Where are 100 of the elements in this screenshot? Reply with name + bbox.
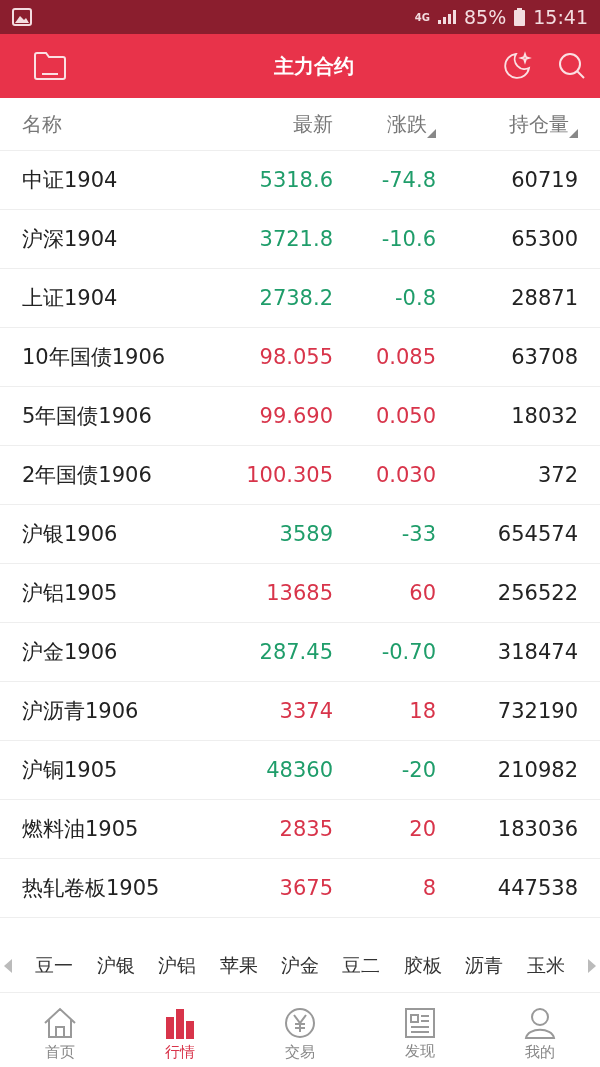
quote-row[interactable]: 10年国债1906 98.055 0.085 63708	[0, 328, 600, 387]
clock: 15:41	[533, 6, 588, 28]
contract-name: 沪铜1905	[22, 757, 119, 784]
quote-row[interactable]: 沪银1906 3589 -33 654574	[0, 505, 600, 564]
user-icon	[524, 1006, 556, 1039]
contract-name: 燃料油1905	[22, 816, 140, 843]
battery-percent: 85%	[464, 6, 507, 28]
last-price: 98.055	[258, 345, 333, 369]
price-change: -0.70	[380, 640, 436, 664]
category-tab[interactable]: 玉米	[526, 953, 565, 979]
open-interest: 318474	[496, 640, 578, 664]
yen-coin-icon	[284, 1006, 316, 1039]
bar-chart-icon	[165, 1006, 195, 1039]
last-price: 3589	[278, 522, 333, 546]
open-interest: 183036	[496, 817, 578, 841]
quote-row[interactable]: 沪铜1905 48360 -20 210982	[0, 741, 600, 800]
category-tab[interactable]: 沪铝	[158, 953, 197, 979]
folder-icon[interactable]	[34, 52, 66, 80]
open-interest: 256522	[496, 581, 578, 605]
column-header: 最新	[293, 110, 333, 138]
quote-row[interactable]: 沪深1904 3721.8 -10.6 65300	[0, 210, 600, 269]
image-icon	[12, 8, 32, 26]
price-change: 60	[408, 581, 436, 605]
column-header[interactable]: 持仓量	[509, 110, 569, 138]
last-price: 5318.6	[258, 168, 333, 192]
last-price: 13685	[265, 581, 333, 605]
contract-name: 沪深1904	[22, 226, 119, 253]
open-interest: 65300	[510, 227, 578, 251]
open-interest: 732190	[496, 699, 578, 723]
category-tab[interactable]: 沪银	[96, 953, 135, 979]
category-tab[interactable]: 苹果	[219, 953, 258, 979]
open-interest: 28871	[510, 286, 578, 310]
last-price: 99.690	[258, 404, 333, 428]
category-tab[interactable]: 豆一	[35, 953, 74, 979]
last-price: 3675	[278, 876, 333, 900]
last-price: 48360	[265, 758, 333, 782]
price-change: 0.085	[374, 345, 436, 369]
quote-row[interactable]: 沪沥青1906 3374 18 732190	[0, 682, 600, 741]
price-change: 0.050	[374, 404, 436, 428]
contract-name: 热轧卷板1905	[22, 875, 161, 902]
sort-icon	[569, 128, 578, 138]
newspaper-icon	[405, 1007, 435, 1038]
quote-row[interactable]: 5年国债1906 99.690 0.050 18032	[0, 387, 600, 446]
contract-name: 沪金1906	[22, 639, 119, 666]
night-mode-icon[interactable]	[502, 51, 532, 81]
price-change: -74.8	[380, 168, 436, 192]
contract-name: 上证1904	[22, 285, 119, 312]
last-price: 2738.2	[258, 286, 333, 310]
quote-row[interactable]: 沪铝1905 13685 60 256522	[0, 564, 600, 623]
last-price: 287.45	[258, 640, 333, 664]
open-interest: 210982	[496, 758, 578, 782]
network-type: 4G	[414, 11, 430, 23]
page-title: 主力合约	[273, 52, 355, 80]
open-interest: 372	[536, 463, 578, 487]
price-change: -10.6	[380, 227, 436, 251]
price-change: 0.030	[374, 463, 436, 487]
quote-row[interactable]: 燃料油1905 2835 20 183036	[0, 800, 600, 859]
open-interest: 654574	[496, 522, 578, 546]
open-interest: 18032	[510, 404, 578, 428]
search-icon[interactable]	[558, 52, 586, 80]
price-change: 18	[408, 699, 436, 723]
quote-row[interactable]: 上证1904 2738.2 -0.8 28871	[0, 269, 600, 328]
nav-tab[interactable]: 首页	[0, 993, 120, 1067]
contract-name: 沪铝1905	[22, 580, 119, 607]
quote-row[interactable]: 沪金1906 287.45 -0.70 318474	[0, 623, 600, 682]
price-change: -33	[400, 522, 436, 546]
battery-icon	[514, 8, 526, 26]
category-tab[interactable]: 胶板	[403, 953, 442, 979]
quote-row[interactable]: 中证1904 5318.6 -74.8 60719	[0, 151, 600, 210]
price-change: 20	[408, 817, 436, 841]
nav-tab[interactable]: 交易	[240, 993, 360, 1067]
last-price: 3374	[278, 699, 333, 723]
price-change: -20	[400, 758, 436, 782]
category-tab[interactable]: 豆二	[342, 953, 381, 979]
contract-name: 沪沥青1906	[22, 698, 140, 725]
contract-name: 5年国债1906	[22, 403, 153, 430]
open-interest: 63708	[510, 345, 578, 369]
open-interest: 60719	[510, 168, 578, 192]
scroll-left-icon[interactable]	[4, 959, 12, 973]
contract-name: 沪银1906	[22, 521, 119, 548]
column-header[interactable]: 涨跌	[387, 110, 427, 138]
nav-tab[interactable]: 我的	[480, 993, 600, 1067]
category-tab[interactable]: 沪金	[280, 953, 319, 979]
last-price: 100.305	[245, 463, 333, 487]
quote-row[interactable]: 热轧卷板1905 3675 8 447538	[0, 859, 600, 918]
category-tab[interactable]: 沥青	[465, 953, 504, 979]
sort-icon	[427, 128, 436, 138]
signal-icon	[438, 10, 456, 24]
last-price: 2835	[278, 817, 333, 841]
last-price: 3721.8	[258, 227, 333, 251]
price-change: 8	[421, 876, 436, 900]
open-interest: 447538	[496, 876, 578, 900]
home-icon	[43, 1006, 77, 1039]
contract-name: 中证1904	[22, 167, 119, 194]
nav-tab[interactable]: 发现	[360, 993, 480, 1067]
price-change: -0.8	[394, 286, 436, 310]
quote-row[interactable]: 2年国债1906 100.305 0.030 372	[0, 446, 600, 505]
scroll-right-icon[interactable]	[587, 959, 596, 973]
nav-tab[interactable]: 行情	[120, 993, 240, 1067]
column-header: 名称	[22, 110, 62, 138]
